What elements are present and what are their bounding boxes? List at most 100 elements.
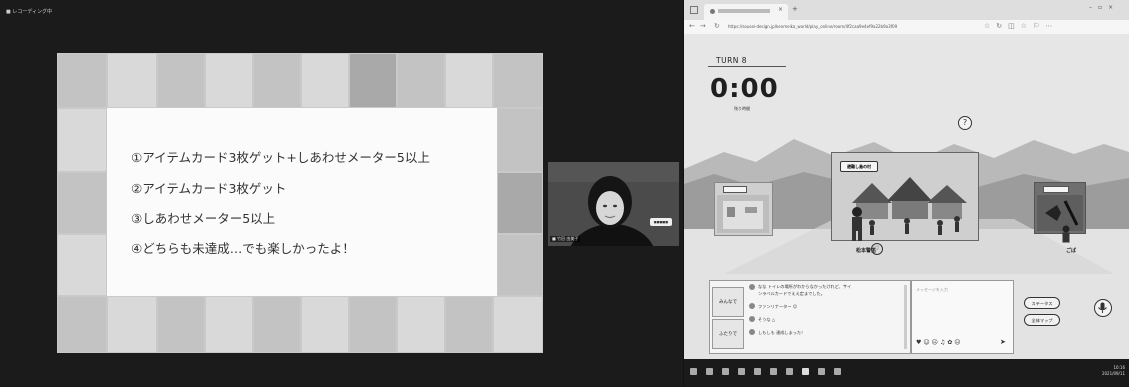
collage-tile: [253, 53, 301, 108]
message-input[interactable]: メッセージを入力: [916, 287, 948, 293]
chat-message: そうな △: [758, 317, 776, 322]
map-button[interactable]: 全体マップ: [1024, 314, 1060, 326]
chat-panel: みんなで ふたりで なな トイレの場所がわからなかったけれど、サイ ンラベルカー…: [709, 280, 911, 354]
collage-tile: [497, 234, 543, 296]
url-field[interactable]: https://sousei-design.jp/kenmeika_world/…: [728, 23, 958, 31]
explorer-icon[interactable]: [754, 368, 761, 375]
collage-tile: [497, 172, 543, 234]
avatar-icon: [749, 284, 755, 290]
card-center-title: 避難し島の村: [840, 161, 878, 172]
favicon-icon: [710, 9, 715, 14]
card-left-image: [717, 195, 769, 233]
taskbar: 10:16 2021/09/11: [684, 359, 1129, 387]
participant-name: ■ 竹田 由美子: [550, 236, 581, 242]
collage-tile: [157, 296, 205, 353]
collage-tile: [107, 296, 157, 353]
collage-tile: [57, 172, 107, 234]
tab-active[interactable]: ×: [704, 4, 788, 20]
conditions-panel: ①アイテムカード3枚ゲット+しあわせメーター5以上 ②アイテムカード3枚ゲット …: [107, 108, 497, 296]
browser-window: × + –▫× ←→ ↻ https://sousei-design.jp/ke…: [684, 0, 1129, 387]
participant-video[interactable]: ■■■■■ ■ 竹田 由美子: [548, 162, 679, 246]
collage-tile: [57, 296, 107, 353]
collage-tile: [349, 53, 397, 108]
chat-message: なな トイレの場所がわからなかったけれど、サイ: [758, 284, 852, 289]
collage-tile: [57, 53, 107, 108]
collage-tile: [397, 296, 445, 353]
chat-message: しもしも 達成しまった！: [758, 330, 806, 335]
app-icon[interactable]: [802, 368, 809, 375]
right-player-label: ごば: [1066, 248, 1077, 254]
tab-two[interactable]: ふたりで: [712, 319, 744, 349]
new-tab-icon[interactable]: +: [792, 5, 798, 13]
app-icon[interactable]: [818, 368, 825, 375]
collage-tile: [253, 296, 301, 353]
microphone-icon: [1098, 302, 1107, 313]
taskbar-clock: 10:16 2021/09/11: [1102, 365, 1125, 377]
tab-title: [718, 9, 770, 13]
card-right-title: [1043, 186, 1069, 193]
collage-tile: [445, 53, 493, 108]
video-badge: ■■■■■: [650, 218, 672, 226]
search-icon[interactable]: [706, 368, 713, 375]
send-icon[interactable]: ➤: [1000, 338, 1006, 346]
window-icon[interactable]: [690, 6, 698, 14]
turn-divider: [708, 66, 786, 67]
condition-2: ②アイテムカード3枚ゲット: [131, 181, 287, 196]
chat-message: ファンリナーター ☺: [758, 304, 798, 309]
condition-1: ①アイテムカード3枚ゲット+しあわせメーター5以上: [131, 150, 430, 165]
game-area: TURN 8 0:00 残り時間 ? 避難し島の村 松本警笛 ♡ ごば みんなで…: [684, 34, 1129, 359]
address-bar: ←→ ↻ https://sousei-design.jp/kenmeika_w…: [684, 20, 1129, 35]
collage-tile: [349, 296, 397, 353]
avatar-icon: [749, 303, 755, 309]
avatar-icon: [749, 316, 755, 322]
start-icon[interactable]: [690, 368, 697, 375]
help-button[interactable]: ?: [958, 116, 972, 130]
collage-tile: [493, 296, 543, 353]
npc-piece: [1062, 225, 1070, 243]
countdown-timer: 0:00: [710, 74, 779, 104]
mic-button[interactable]: [1094, 299, 1112, 317]
tab-everyone[interactable]: みんなで: [712, 287, 744, 317]
close-tab-icon[interactable]: ×: [778, 6, 783, 13]
nav-back-forward-icon[interactable]: ←→: [689, 22, 711, 30]
edge-icon[interactable]: [738, 368, 745, 375]
collage-tile: [107, 53, 157, 108]
message-panel: メッセージを入力 ♥☺☹♫✿☹ ➤: [911, 280, 1014, 354]
location-card-left[interactable]: [714, 182, 773, 236]
timer-label: 残り時間: [734, 106, 750, 111]
app-icon[interactable]: [834, 368, 841, 375]
turn-counter: TURN 8: [716, 56, 748, 65]
collage-tile: [301, 53, 349, 108]
shared-slide: ①アイテムカード3枚ゲット+しあわせメーター5以上 ②アイテムカード3枚ゲット …: [57, 53, 543, 353]
heart-icon: ♡: [871, 243, 883, 255]
clock-date: 2021/09/11: [1101, 371, 1125, 376]
card-left-title: [723, 186, 747, 193]
status-button[interactable]: ステータス: [1024, 297, 1060, 309]
recording-indicator: ■ レコーディング中: [6, 9, 52, 15]
player-piece: [852, 207, 862, 241]
chat-scrollbar[interactable]: [904, 285, 907, 349]
store-icon[interactable]: [770, 368, 777, 375]
avatar-icon: [749, 329, 755, 335]
collage-tile: [445, 296, 493, 353]
condition-4: ④どちらも未達成…でも楽しかったよ！: [131, 241, 355, 256]
toolbar-icons[interactable]: ☆↻◫☆⚐⋯: [984, 22, 1058, 30]
collage-tile: [205, 53, 253, 108]
collage-tile: [301, 296, 349, 353]
collage-tile: [57, 108, 107, 172]
collage-tile: [157, 53, 205, 108]
window-controls[interactable]: –▫×: [1089, 4, 1119, 11]
collage-tile: [57, 234, 107, 296]
condition-3: ③しあわせメーター5以上: [131, 211, 276, 226]
collage-tile: [493, 53, 543, 108]
collage-tile: [497, 108, 543, 172]
emoji-stamps[interactable]: ♥☺☹♫✿☹: [916, 339, 963, 346]
participant-image: [548, 162, 679, 246]
tab-bar: × + –▫×: [684, 0, 1129, 20]
meeting-window: ■ レコーディング中 ①アイテムカード3枚ゲット+しあわせメーター5以上 ②アイ…: [0, 0, 683, 387]
task-view-icon[interactable]: [722, 368, 729, 375]
reload-icon[interactable]: ↻: [714, 22, 720, 30]
chat-message: ンラベルカードでええ定までした。: [758, 291, 825, 296]
mail-icon[interactable]: [786, 368, 793, 375]
collage-tile: [205, 296, 253, 353]
